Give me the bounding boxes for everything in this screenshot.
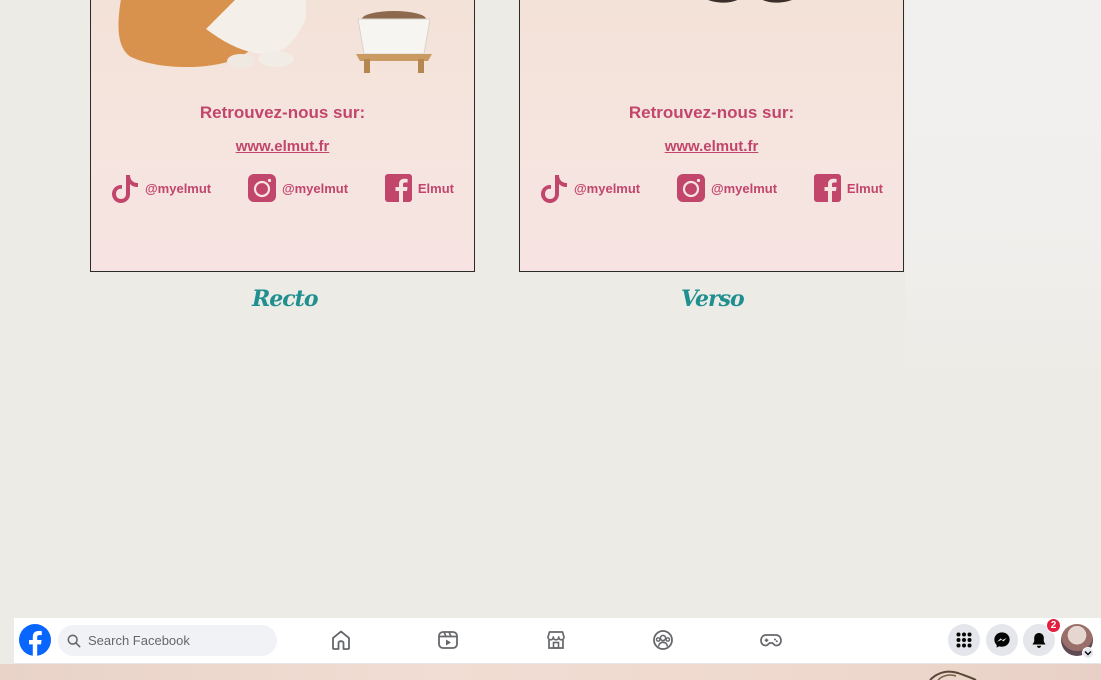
groups-icon[interactable]	[651, 628, 675, 652]
tiktok-handle: @myelmut	[574, 180, 641, 196]
tiktok-icon	[112, 175, 138, 203]
facebook-handle: Elmut	[417, 180, 454, 196]
website-link[interactable]: www.elmut.fr	[520, 138, 903, 155]
home-icon[interactable]	[329, 628, 353, 652]
notifications-badge: 2	[1046, 618, 1061, 633]
messenger-button[interactable]	[986, 624, 1018, 656]
background-fade	[905, 0, 1101, 380]
recto-card: Retrouvez-nous sur: www.elmut.fr @myelmu…	[90, 0, 475, 272]
headline: Retrouvez-nous sur:	[628, 103, 795, 122]
instagram-link[interactable]: @myelmut	[247, 174, 349, 202]
tiktok-link[interactable]: @myelmut	[540, 173, 640, 203]
account-menu-caret[interactable]	[1082, 647, 1094, 659]
facebook-logo-icon[interactable]	[19, 624, 51, 656]
chevron-down-icon	[1084, 651, 1092, 656]
search-box[interactable]	[58, 625, 277, 656]
facebook-handle: Elmut	[846, 180, 883, 196]
menu-grid-icon	[956, 632, 972, 648]
instagram-icon	[676, 174, 705, 202]
tiktok-icon	[541, 175, 567, 203]
instagram-handle: @myelmut	[281, 180, 349, 196]
dog-photo	[118, 0, 306, 68]
headline: Retrouvez-nous sur:	[199, 103, 366, 122]
notifications-button[interactable]: 2	[1023, 618, 1061, 656]
instagram-handle: @myelmut	[710, 180, 778, 196]
food-bowl-image	[356, 11, 432, 73]
bell-icon	[1032, 632, 1046, 648]
search-icon	[67, 634, 81, 647]
social-links: @myelmut @myelmut Elmut	[111, 173, 454, 203]
tiktok-link[interactable]: @myelmut	[111, 173, 211, 203]
website-link[interactable]: www.elmut.fr	[91, 138, 474, 155]
recto-caption: Recto	[252, 286, 319, 312]
instagram-icon	[247, 174, 276, 202]
search-input[interactable]	[88, 633, 268, 648]
social-links: @myelmut @myelmut Elmut	[540, 173, 883, 203]
facebook-top-bar: 2	[14, 618, 1101, 664]
menu-button[interactable]	[948, 624, 980, 656]
facebook-link[interactable]: Elmut	[384, 174, 454, 202]
verso-artwork	[708, 0, 792, 3]
facebook-icon	[813, 174, 841, 202]
tiktok-handle: @myelmut	[145, 180, 212, 196]
facebook-link[interactable]: Elmut	[813, 174, 883, 202]
photo-fragment	[929, 670, 977, 680]
video-icon[interactable]	[436, 628, 460, 652]
marketplace-icon[interactable]	[544, 628, 568, 652]
verso-caption: Verso	[681, 286, 745, 312]
gaming-icon[interactable]	[759, 628, 783, 652]
verso-card: Retrouvez-nous sur: www.elmut.fr @myelmu…	[519, 0, 904, 272]
messenger-icon	[994, 632, 1010, 648]
facebook-icon	[384, 174, 412, 202]
instagram-link[interactable]: @myelmut	[676, 174, 778, 202]
